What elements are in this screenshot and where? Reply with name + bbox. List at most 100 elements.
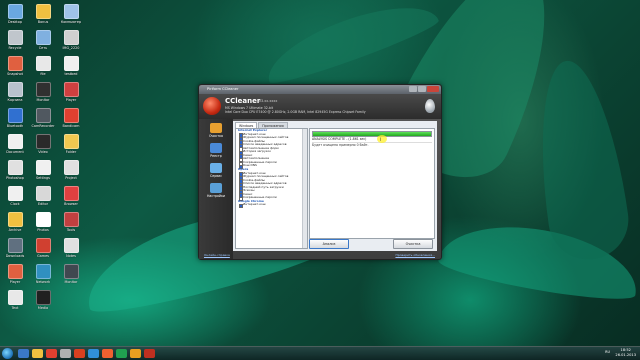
desktop-icon[interactable]: Network [30,264,56,284]
desktop-shortcut-icon [63,82,79,97]
desktop-icon[interactable]: Document [2,134,28,154]
desktop-icon[interactable]: Tools [58,212,84,232]
desktop-icon-label: Компьютер [60,20,82,24]
cursor-highlight [377,135,387,143]
check-updates-link[interactable]: Проверить обновления... [395,253,435,257]
desktop-icon[interactable]: Notes [58,238,84,258]
system-info-hw: Intel Core Duo CPU E7400 @ 2.80GHz, 2.0G… [225,110,366,114]
taskbar-app-icon[interactable] [18,349,29,358]
window-footer: Онлайн-справка Проверить обновления... [199,251,441,259]
desktop-icon[interactable]: Settings [30,160,56,180]
desktop-shortcut-icon [63,212,79,227]
desktop-icon[interactable]: Editor [30,186,56,206]
desktop-icon[interactable]: Monitor [30,82,56,102]
taskbar-app-icon[interactable] [102,349,113,358]
desktop-shortcut-icon [35,108,51,123]
sidebar-item-tools[interactable]: Сервис [202,163,230,178]
desktop-icon-label: Monitor [64,280,78,284]
desktop-icon[interactable]: CamRecorder [30,108,56,128]
desktop-icon-label: Bluetooth [6,124,24,128]
analysis-status-text: ANALYSIS COMPLETE - (1.861 sec) [312,137,367,141]
desktop-shortcut-icon [63,30,79,45]
desktop-icon[interactable]: Recycle [2,30,28,50]
taskbar-app-icon[interactable] [88,349,99,358]
taskbar-app-icon[interactable] [130,349,141,358]
desktop-shortcut-icon [35,4,51,19]
desktop-icon[interactable]: Browser [58,186,84,206]
taskbar-app-icon[interactable] [116,349,127,358]
desktop-shortcut-icon [63,108,79,123]
run-cleaner-button[interactable]: Очистка [393,239,433,249]
desktop-icon-label: testbed [64,72,78,76]
desktop-icon[interactable]: Bandicam [58,108,84,128]
sidebar-item-options[interactable]: Настройки [202,183,230,198]
desktop-icon-label: Network [35,280,51,284]
online-help-link[interactable]: Онлайн-справка [204,253,230,257]
cleaning-options-tree[interactable]: Internet Explorer Интернет-кэш Журнал посе… [235,128,308,249]
desktop-shortcut-icon [7,238,23,253]
window-titlebar[interactable]: Piriform CCleaner [199,85,441,94]
clock-date: 26.01.2013 [615,352,636,357]
desktop-icon[interactable]: Clock [2,186,28,206]
taskbar-app-icon[interactable] [144,349,155,358]
desktop-icon[interactable]: Downloads [2,238,28,258]
desktop-shortcut-icon [63,264,79,279]
taskbar-app-icon[interactable] [74,349,85,358]
option-checkbox[interactable] [239,204,244,209]
tree-scrollbar[interactable] [302,129,307,248]
sidebar-item-label: Настройки [206,194,225,198]
desktop-icon[interactable]: Компьютер [58,4,84,24]
start-button[interactable] [2,348,13,359]
desktop-icon[interactable]: Video [30,134,56,154]
maximize-button[interactable] [418,86,426,92]
analysis-summary: Будет очищено примерно 0 байт. [312,143,369,147]
toolbox-icon [210,163,222,173]
sidebar-item-label: Реестр [210,154,222,158]
desktop-icon[interactable]: Monitor [58,264,84,284]
desktop-icon[interactable]: Archive [2,212,28,232]
tree-option[interactable]: Интернет-кэш [236,203,307,209]
sidebar-item-label: Очистка [209,134,223,138]
desktop-icon-label: IMG_2220 [62,46,80,50]
desktop-icon[interactable]: Корзина [2,82,28,102]
desktop-icon[interactable]: file [30,56,56,76]
desktop-icon[interactable]: Player [58,82,84,102]
desktop-icon-label: Сеть [38,46,48,50]
sidebar-item-cleaner[interactable]: Очистка [202,123,230,138]
desktop-icon[interactable]: Photos [30,212,56,232]
desktop-icon[interactable]: Desktop [2,4,28,24]
analyze-button[interactable]: Анализ [309,239,349,249]
taskbar-app-icon[interactable] [46,349,57,358]
desktop-icon[interactable]: Bonus [30,4,56,24]
desktop-icon[interactable]: Bluetooth [2,108,28,128]
desktop-icon[interactable]: Folder [58,134,84,154]
desktop-icon-label: Notes [66,254,76,258]
taskbar-app-icon[interactable] [60,349,71,358]
desktop-shortcut-icon [35,186,51,201]
taskbar-app-icon[interactable] [32,349,43,358]
desktop-icon-label: Player [9,280,21,284]
system-clock[interactable]: 18:52 26.01.2013 [615,348,636,357]
desktop-icon[interactable]: Games [30,238,56,258]
close-button[interactable] [427,86,439,92]
desktop-icon[interactable]: IMG_2220 [58,30,84,50]
app-header: CCleaner v3.xx.xxxx MS Windows 7 Ultimat… [199,94,441,119]
cleaner-panel: Windows Приложения Internet Explorer Инте… [233,121,437,251]
desktop-icon[interactable]: Сеть [30,30,56,50]
desktop-shortcut-icon [63,4,79,19]
desktop-icon[interactable]: Text [2,290,28,310]
desktop-icon[interactable]: Project [58,160,84,180]
desktop-icon[interactable]: Player [2,264,28,284]
desktop-icon[interactable]: Media [30,290,56,310]
brush-icon [210,123,222,133]
desktop-icon[interactable]: testbed [58,56,84,76]
minimize-button[interactable] [409,86,417,92]
desktop-icon[interactable]: Snapshot [2,56,28,76]
ccleaner-window[interactable]: Piriform CCleaner CCleaner v3.xx.xxxx MS… [198,84,442,260]
desktop-shortcut-icon [7,290,23,305]
desktop-shortcut-icon [35,134,51,149]
sidebar-item-registry[interactable]: Реестр [202,143,230,158]
desktop-icon[interactable]: Photoshop [2,160,28,180]
desktop-shortcut-icon [7,264,23,279]
language-indicator[interactable]: RU [605,350,610,354]
